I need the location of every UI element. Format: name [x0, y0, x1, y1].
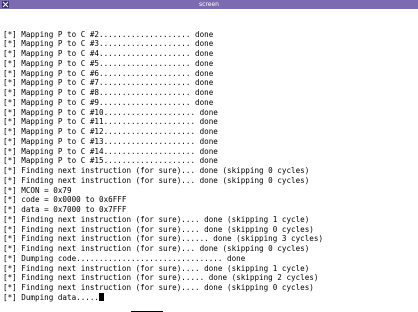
terminal-line: [*] Finding next instruction (for sure).…: [3, 283, 314, 292]
terminal-line: [*] Finding next instruction (for sure).…: [3, 214, 310, 224]
title-bar[interactable]: screen: [0, 0, 418, 9]
terminal-line: [*] Mapping P to C #12..................…: [3, 127, 218, 136]
window-title: screen: [199, 1, 219, 8]
terminal-line: [*] Dumping code........................…: [3, 253, 246, 263]
screen-window: screen [*] Mapping P to C #2............…: [0, 0, 418, 312]
terminal-line: [*] Mapping P to C #7...................…: [3, 78, 214, 88]
terminal-line: [*] Finding next instruction (for sure).…: [3, 234, 324, 244]
terminal-line: [*] MCON = 0x79: [3, 185, 72, 195]
terminal-line: [*] Finding next instruction (for sure).…: [3, 273, 319, 283]
terminal-line: [*] Mapping P to C #14..................…: [3, 146, 218, 156]
terminal-line: [*] code = 0x0000 to 0x6FFF: [3, 195, 127, 205]
terminal-line: [*] Mapping P to C #5...................…: [3, 58, 214, 68]
terminal-line: [*] Finding next instruction (for sure).…: [3, 175, 310, 185]
terminal-line: [*] Mapping P to C #6...................…: [3, 68, 214, 78]
screen-window-list: 0$ mail 1$ irc 2$ vhdl 3$*bash 4-$ bash: [3, 301, 209, 312]
terminal-output[interactable]: [*] Mapping P to C #2...................…: [0, 9, 418, 303]
terminal-line: [*] Mapping P to C #3...................…: [3, 39, 214, 49]
terminal-line: [*] Finding next instruction (for sure).…: [3, 166, 310, 175]
terminal-line: [*] Mapping P to C #10..................…: [3, 107, 218, 117]
terminal-line: [*] Finding next instruction (for sure).…: [3, 224, 314, 234]
terminal-line: [*] Mapping P to C #15..................…: [3, 156, 218, 166]
terminal-line: [*] Finding next instruction (for sure).…: [3, 244, 310, 253]
terminal-line: [*] Mapping P to C #4...................…: [3, 49, 214, 58]
terminal-line: [*] Mapping P to C #13..................…: [3, 136, 218, 146]
terminal-line: [*] Mapping P to C #2...................…: [3, 29, 214, 39]
terminal-line: [*] data = 0x7000 to 0x7FFF: [3, 205, 127, 214]
terminal-cursor: [99, 292, 105, 301]
terminal-line: [*] Mapping P to C #11..................…: [3, 117, 218, 127]
terminal-line: [*] Mapping P to C #9...................…: [3, 97, 214, 107]
terminal-line: [*] Finding next instruction (for sure).…: [3, 263, 310, 273]
terminal-line: [*] Mapping P to C #8...................…: [3, 88, 214, 97]
